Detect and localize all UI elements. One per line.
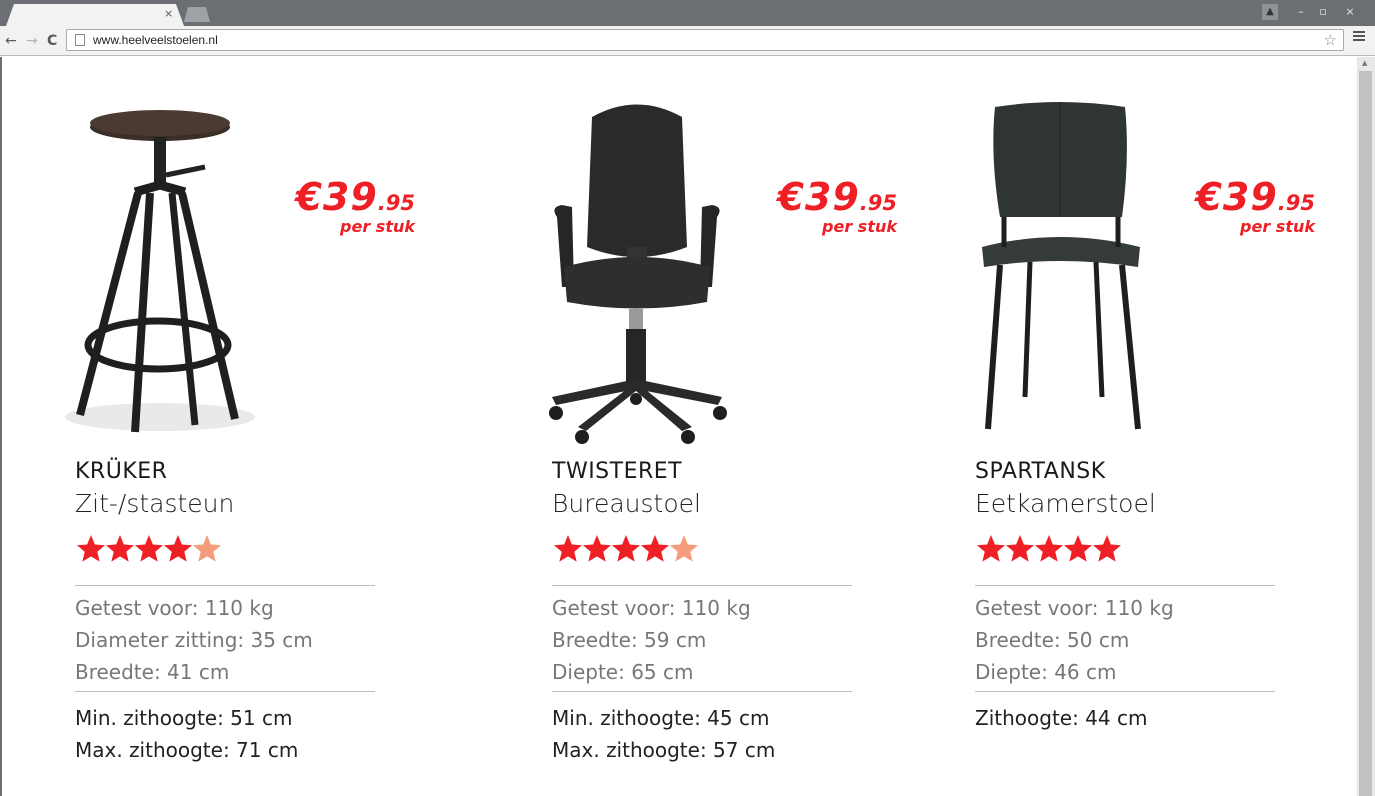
spec-list: Getest voor: 110 kg Diameter zitting: 35…	[75, 592, 313, 688]
price-unit: per stuk	[340, 217, 415, 236]
height-item: Min. zithoogte: 45 cm	[552, 706, 770, 730]
new-tab-button[interactable]	[184, 7, 210, 22]
profile-icon[interactable]: ▲	[1262, 4, 1278, 20]
back-icon[interactable]: ←	[5, 32, 17, 50]
spec-list: Getest voor: 110 kg Breedte: 59 cm Diept…	[552, 592, 751, 688]
divider	[975, 691, 1275, 692]
spec-item: Getest voor: 110 kg	[552, 596, 751, 620]
height-list: Zithoogte: 44 cm	[975, 702, 1147, 734]
divider	[75, 585, 375, 586]
product-name[interactable]: KRÜKER	[75, 457, 167, 487]
product-type: Bureaustoel	[552, 489, 701, 518]
spec-item: Diameter zitting: 35 cm	[75, 628, 313, 652]
price-label: €39.95 per stuk	[1165, 175, 1315, 236]
price-whole: €39	[777, 175, 860, 219]
price-label: €39.95 per stuk	[265, 175, 415, 236]
divider	[75, 691, 375, 692]
height-list: Min. zithoogte: 45 cm Max. zithoogte: 57…	[552, 702, 775, 766]
height-item: Min. zithoogte: 51 cm	[75, 706, 293, 730]
window-close-icon[interactable]: ×	[1342, 4, 1358, 20]
spec-item: Breedte: 41 cm	[75, 660, 230, 684]
star-full-icon	[977, 535, 1005, 562]
price-unit: per stuk	[822, 217, 897, 236]
spec-item: Breedte: 59 cm	[552, 628, 707, 652]
star-full-icon	[106, 535, 134, 562]
tab-close-icon[interactable]: ×	[164, 7, 173, 21]
window-border	[0, 57, 2, 796]
divider	[975, 585, 1275, 586]
product-card: €39.95 per stuk KRÜKER Zit-/stasteun Get…	[50, 57, 415, 796]
star-full-icon	[1093, 535, 1121, 562]
tab-strip: × ▲ – ▫ ×	[0, 0, 1375, 26]
page-icon	[75, 34, 85, 46]
url-text[interactable]: www.heelveelstoelen.nl	[93, 33, 218, 47]
spec-list: Getest voor: 110 kg Breedte: 50 cm Diept…	[975, 592, 1174, 688]
spec-item: Diepte: 65 cm	[552, 660, 694, 684]
spec-item: Getest voor: 110 kg	[975, 596, 1174, 620]
dining-chair-icon	[982, 102, 1141, 430]
address-bar[interactable]: www.heelveelstoelen.nl ☆	[66, 29, 1344, 51]
browser-toolbar: ← → C www.heelveelstoelen.nl ☆	[0, 26, 1375, 56]
office-chair-icon	[549, 104, 727, 444]
bar-stool-icon	[65, 110, 255, 433]
spec-item: Getest voor: 110 kg	[75, 596, 274, 620]
spec-item: Diepte: 46 cm	[975, 660, 1117, 684]
star-full-icon	[164, 535, 192, 562]
product-type: Zit-/stasteun	[75, 489, 235, 518]
star-full-icon	[1006, 535, 1034, 562]
price-unit: per stuk	[1240, 217, 1315, 236]
star-half-icon	[193, 535, 221, 562]
star-half-icon	[670, 535, 698, 562]
height-item: Max. zithoogte: 57 cm	[552, 738, 776, 762]
rating-stars	[75, 533, 221, 565]
height-item: Zithoogte: 44 cm	[975, 706, 1148, 730]
vertical-scrollbar[interactable]: ▲	[1357, 57, 1375, 796]
product-type: Eetkamerstoel	[975, 489, 1156, 518]
reload-icon[interactable]: C	[47, 32, 57, 50]
rating-stars	[552, 533, 698, 565]
price-cents: .95	[859, 191, 897, 215]
star-full-icon	[641, 535, 669, 562]
star-full-icon	[612, 535, 640, 562]
star-full-icon	[1035, 535, 1063, 562]
scroll-up-icon[interactable]: ▲	[1362, 59, 1367, 67]
star-full-icon	[583, 535, 611, 562]
divider	[552, 585, 852, 586]
price-label: €39.95 per stuk	[747, 175, 897, 236]
scroll-thumb[interactable]	[1359, 71, 1372, 796]
product-name[interactable]: SPARTANSK	[975, 457, 1106, 487]
restore-icon[interactable]: ▫	[1316, 4, 1330, 20]
spec-item: Breedte: 50 cm	[975, 628, 1130, 652]
star-full-icon	[554, 535, 582, 562]
height-item: Max. zithoogte: 71 cm	[75, 738, 299, 762]
star-full-icon	[1064, 535, 1092, 562]
product-card: €39.95 per stuk TWISTERET Bureaustoel Ge…	[527, 57, 897, 796]
price-cents: .95	[1277, 191, 1315, 215]
product-name[interactable]: TWISTERET	[552, 457, 682, 487]
rating-stars	[975, 533, 1121, 565]
star-full-icon	[77, 535, 105, 562]
price-cents: .95	[377, 191, 415, 215]
price-whole: €39	[1195, 175, 1278, 219]
height-list: Min. zithoogte: 51 cm Max. zithoogte: 71…	[75, 702, 298, 766]
product-card: €39.95 per stuk SPARTANSK Eetkamerstoel …	[950, 57, 1315, 796]
price-whole: €39	[295, 175, 378, 219]
forward-icon[interactable]: →	[26, 32, 38, 50]
browser-tab[interactable]: ×	[6, 4, 184, 26]
menu-icon[interactable]	[1353, 31, 1365, 43]
star-full-icon	[135, 535, 163, 562]
divider	[552, 691, 852, 692]
bookmark-star-icon[interactable]: ☆	[1324, 31, 1337, 49]
minimize-icon[interactable]: –	[1294, 4, 1308, 20]
